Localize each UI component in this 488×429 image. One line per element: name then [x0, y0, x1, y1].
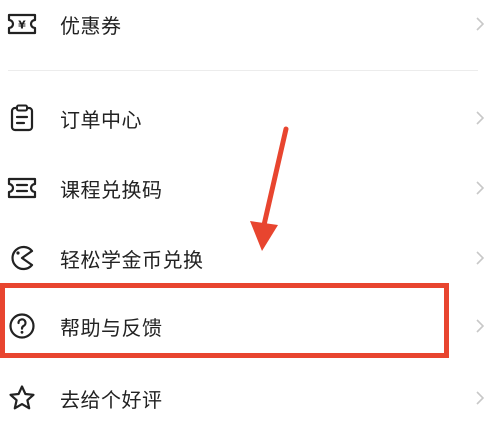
chevron-right-icon: [476, 178, 488, 198]
chevron-right-icon: [476, 14, 488, 34]
coupon-icon: ¥: [7, 9, 37, 39]
chevron-right-icon: [476, 248, 488, 268]
menu-item-review[interactable]: 去给个好评: [0, 368, 488, 428]
annotation-highlight-box: [0, 283, 449, 358]
chevron-right-icon: [476, 108, 488, 128]
menu-item-label: 轻松学金币兑换: [60, 247, 204, 272]
annotation-arrow-icon: [250, 126, 289, 251]
menu-item-label: 订单中心: [60, 107, 142, 132]
clipboard-icon: [7, 103, 37, 133]
account-menu-page: ¥ 优惠券 订单中心 课程兑换码 轻松学金币兑换 帮助与反馈 去给个好评: [0, 0, 488, 429]
chevron-right-icon: [476, 388, 488, 408]
ticket-icon: [7, 173, 37, 203]
star-icon: [7, 383, 37, 413]
menu-item-label: 课程兑换码: [60, 177, 163, 202]
pacman-coin-icon: [7, 243, 37, 273]
section-divider: [8, 70, 478, 71]
svg-text:¥: ¥: [18, 19, 26, 32]
menu-item-coupon[interactable]: ¥ 优惠券: [0, 0, 488, 54]
menu-item-label: 去给个好评: [60, 387, 163, 412]
chevron-right-icon: [476, 316, 488, 336]
menu-item-label: 优惠券: [60, 13, 122, 38]
